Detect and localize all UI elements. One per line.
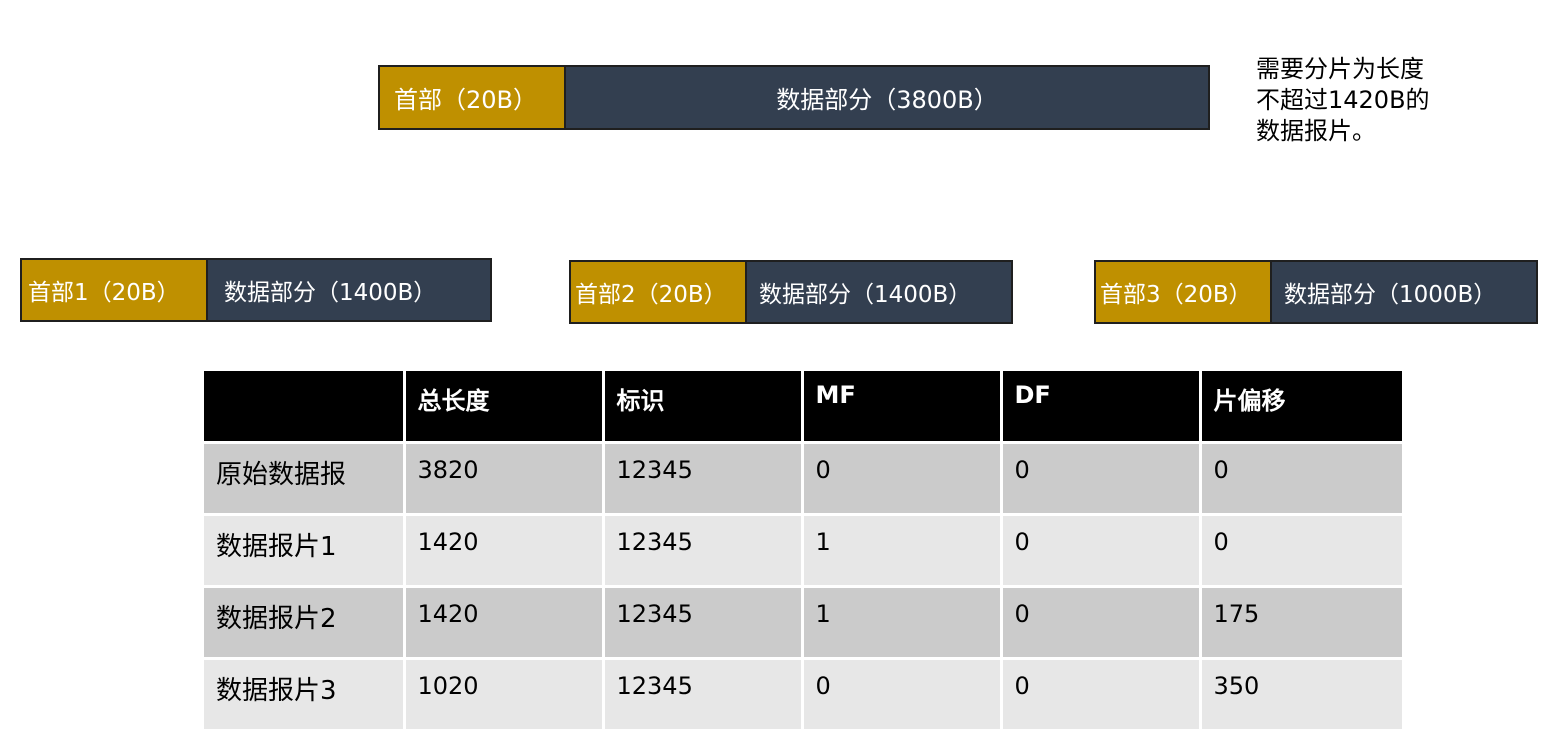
cell-total-length: 1020: [404, 658, 605, 732]
original-datagram: 首部（20B） 数据部分（3800B）: [378, 65, 1210, 130]
cell-identification: 12345: [603, 514, 804, 588]
column-header-mf: MF: [802, 371, 1003, 444]
cell-fragment-offset: 0: [1200, 514, 1402, 588]
cell-mf: 1: [802, 586, 1003, 660]
original-header-label: 首部（20B）: [394, 86, 538, 114]
fragment-1-data-segment: 数据部分（1400B）: [206, 260, 490, 320]
fragmentation-note: 需要分片为长度 不超过1420B的 数据报片。: [1256, 54, 1456, 147]
cell-identification: 12345: [603, 586, 804, 660]
fragment-1: 首部1（20B） 数据部分（1400B）: [20, 258, 492, 322]
column-header-label: [204, 371, 406, 444]
table-header-row: 总长度 标识 MF DF 片偏移: [204, 371, 1402, 444]
table-row: 数据报片3 1020 12345 0 0 350: [204, 658, 1402, 732]
cell-total-length: 3820: [404, 442, 605, 516]
fragment-1-data-label: 数据部分（1400B）: [224, 280, 437, 306]
table-row: 原始数据报 3820 12345 0 0 0: [204, 442, 1402, 516]
fragment-3-header-segment: 首部3（20B）: [1096, 262, 1270, 322]
fragment-1-header-segment: 首部1（20B）: [22, 260, 206, 320]
cell-total-length: 1420: [404, 586, 605, 660]
original-data-segment: 数据部分（3800B）: [564, 67, 1208, 128]
cell-total-length: 1420: [404, 514, 605, 588]
note-line-2: 不超过1420B的: [1256, 86, 1430, 114]
fragment-1-header-label: 首部1（20B）: [28, 280, 180, 306]
note-line-1: 需要分片为长度: [1256, 55, 1424, 83]
note-line-3: 数据报片。: [1256, 117, 1376, 145]
column-header-fragment-offset: 片偏移: [1200, 371, 1402, 444]
cell-df: 0: [1001, 658, 1202, 732]
cell-identification: 12345: [603, 658, 804, 732]
row-label: 数据报片2: [204, 586, 406, 660]
fragment-3: 首部3（20B） 数据部分（1000B）: [1094, 260, 1538, 324]
original-header-segment: 首部（20B）: [380, 67, 564, 128]
cell-identification: 12345: [603, 442, 804, 516]
cell-fragment-offset: 175: [1200, 586, 1402, 660]
row-label: 数据报片1: [204, 514, 406, 588]
fragment-2: 首部2（20B） 数据部分（1400B）: [569, 260, 1013, 324]
fragment-2-header-label: 首部2（20B）: [575, 282, 727, 308]
column-header-total-length: 总长度: [404, 371, 605, 444]
cell-df: 0: [1001, 586, 1202, 660]
cell-df: 0: [1001, 442, 1202, 516]
table-row: 数据报片1 1420 12345 1 0 0: [204, 514, 1402, 588]
cell-mf: 0: [802, 442, 1003, 516]
row-label: 数据报片3: [204, 658, 406, 732]
original-data-label: 数据部分（3800B）: [776, 86, 998, 114]
fragmentation-table: 总长度 标识 MF DF 片偏移 原始数据报 3820 12345 0 0 0 …: [204, 371, 1402, 732]
column-header-identification: 标识: [603, 371, 804, 444]
fragment-2-header-segment: 首部2（20B）: [571, 262, 745, 322]
fragment-3-data-label: 数据部分（1000B）: [1284, 282, 1497, 308]
cell-df: 0: [1001, 514, 1202, 588]
fragment-2-data-label: 数据部分（1400B）: [759, 282, 972, 308]
fragment-3-data-segment: 数据部分（1000B）: [1270, 262, 1536, 322]
column-header-df: DF: [1001, 371, 1202, 444]
fragment-3-header-label: 首部3（20B）: [1100, 282, 1252, 308]
row-label: 原始数据报: [204, 442, 406, 516]
cell-mf: 1: [802, 514, 1003, 588]
cell-mf: 0: [802, 658, 1003, 732]
cell-fragment-offset: 0: [1200, 442, 1402, 516]
table-row: 数据报片2 1420 12345 1 0 175: [204, 586, 1402, 660]
fragment-2-data-segment: 数据部分（1400B）: [745, 262, 1011, 322]
cell-fragment-offset: 350: [1200, 658, 1402, 732]
